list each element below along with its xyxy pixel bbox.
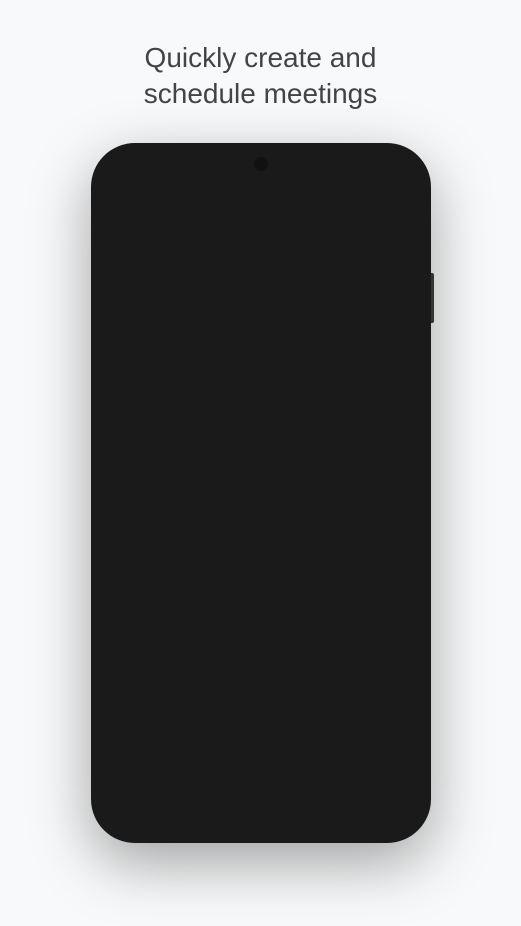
signal-icon bbox=[369, 166, 381, 177]
menu-button[interactable] bbox=[111, 187, 139, 215]
day-number: 21 bbox=[108, 241, 130, 261]
day-label: TUE 21 bbox=[99, 224, 141, 267]
calendar-header: TUE 21 Workshop bbox=[99, 223, 423, 268]
time-label-5pm: 5 PM bbox=[99, 460, 141, 488]
app-bar: January ▾ ⋮ bbox=[99, 183, 423, 223]
workshop-event[interactable]: Workshop bbox=[145, 228, 419, 250]
status-time: 11:58 AM bbox=[119, 165, 171, 179]
project-title: Project planning bbox=[285, 320, 415, 332]
attendees-icon bbox=[115, 600, 139, 624]
app-bar-title[interactable]: January ▾ bbox=[149, 190, 293, 211]
headline-line2: schedule meetings bbox=[144, 78, 377, 109]
more-options-button[interactable]: ⋮ bbox=[383, 187, 411, 215]
all-day-area: Workshop bbox=[141, 224, 423, 267]
search-button[interactable] bbox=[303, 187, 331, 215]
time-label-4pm: 4 PM bbox=[99, 412, 141, 460]
meeting-dot: · bbox=[187, 575, 191, 590]
calendar-grid: 1 PM 2 PM 3 PM 4 PM 5 PM bbox=[99, 268, 423, 488]
time-label-1pm: 1 PM bbox=[99, 268, 141, 316]
events-overlay: Meeting room 4a Project planning Meeting… bbox=[141, 268, 423, 488]
project-planning-event[interactable]: Project planning Meeting room 5c bbox=[279, 316, 421, 372]
app-bar-icons: ⋮ bbox=[303, 187, 411, 215]
project-subtitle: Meeting room 5c bbox=[285, 332, 415, 343]
room-icon bbox=[115, 632, 139, 656]
add-room-row[interactable]: Add room bbox=[115, 632, 407, 656]
meeting-time: Tomorrow · 3:30–4 PM bbox=[115, 575, 407, 590]
meeting-date: Tomorrow bbox=[119, 575, 176, 590]
headline: Quickly create and schedule meetings bbox=[104, 0, 417, 133]
selection-handle-right[interactable] bbox=[412, 383, 423, 397]
phone-mockup: 11:58 AM bbox=[91, 143, 431, 843]
status-bar: 11:58 AM bbox=[99, 153, 423, 183]
workshop-title: Workshop bbox=[153, 232, 207, 246]
wifi-icon bbox=[351, 166, 365, 177]
sheet-drag-handle[interactable] bbox=[241, 497, 281, 501]
time-selection-bar[interactable] bbox=[141, 376, 421, 404]
dropdown-arrow-icon: ▾ bbox=[217, 194, 223, 208]
time-label-2pm: 2 PM bbox=[99, 316, 141, 364]
event-meeting-title: Meeting room 4a bbox=[149, 274, 232, 286]
attendees-row: You Raymond Santos bbox=[115, 600, 407, 624]
meeting-title: Raymond / Lori bbox=[115, 547, 407, 573]
battery-icon bbox=[385, 166, 403, 177]
headline-line1: Quickly create and bbox=[145, 42, 377, 73]
phone-screen: 11:58 AM bbox=[99, 153, 423, 833]
month-title: January bbox=[149, 190, 213, 211]
raymond-santos-chip[interactable]: Raymond Santos bbox=[200, 600, 324, 623]
sheet-top-row: ✕ Save bbox=[115, 511, 407, 543]
close-button[interactable]: ✕ bbox=[115, 513, 143, 541]
add-room-label: Add room bbox=[147, 636, 208, 652]
save-button[interactable]: Save bbox=[335, 511, 407, 543]
selection-handle-left[interactable] bbox=[136, 383, 150, 397]
bottom-sheet: ✕ Save Raymond / Lori Tomorrow · 3:30–4 … bbox=[99, 488, 423, 668]
meeting-time-range: 3:30–4 PM bbox=[203, 575, 266, 590]
time-label-3pm: 3 PM bbox=[99, 364, 141, 412]
calendar-view-button[interactable] bbox=[343, 187, 371, 215]
meeting-room-event[interactable]: Meeting room 4a bbox=[143, 270, 276, 362]
status-icons bbox=[351, 166, 403, 177]
you-chip[interactable]: You bbox=[147, 600, 193, 623]
